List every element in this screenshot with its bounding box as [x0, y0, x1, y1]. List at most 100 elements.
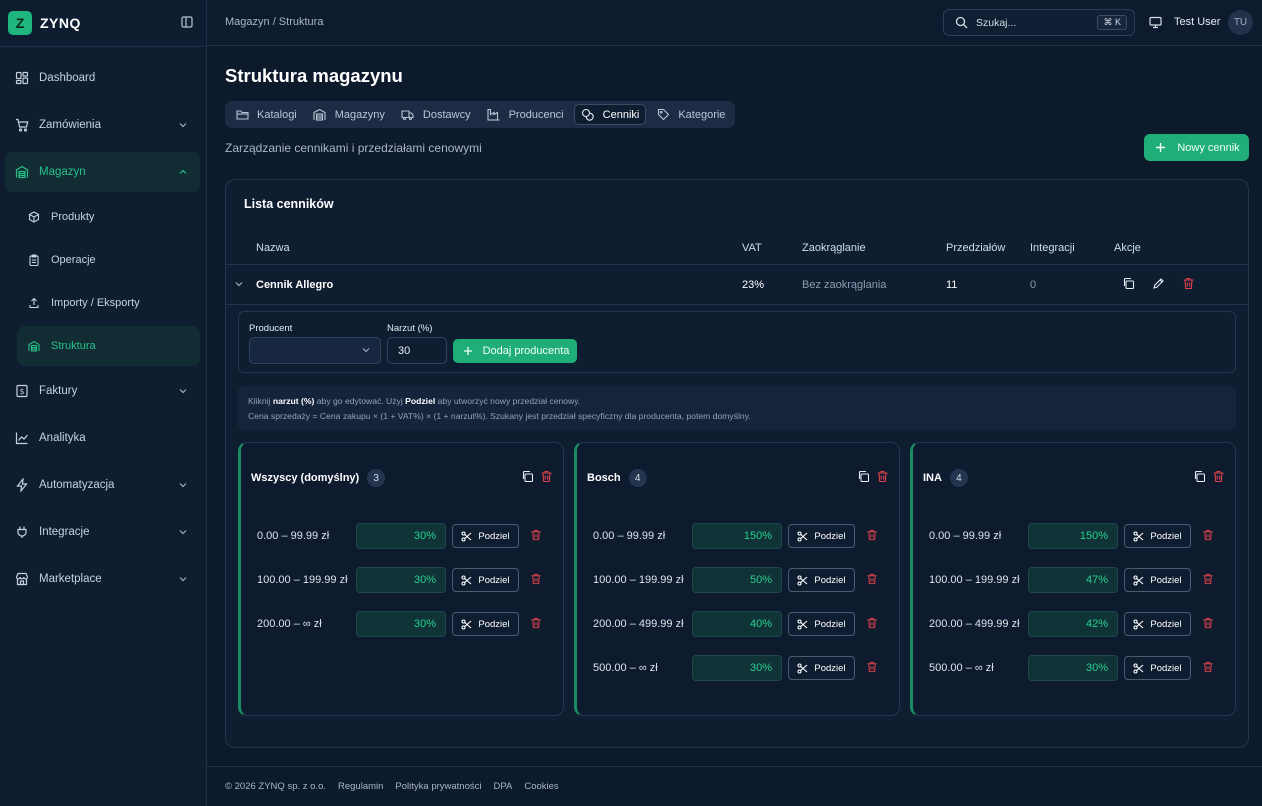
brand[interactable]: Z ZYNQ — [8, 10, 81, 35]
group-header: INA 4 — [923, 469, 968, 487]
price-range-row: 100.00 – 199.99 zł 50% Podziel — [577, 567, 897, 593]
split-button[interactable]: Podziel — [1124, 612, 1191, 636]
sidebar-subitem-produkty[interactable]: Produkty — [17, 197, 200, 237]
edit-icon[interactable] — [1152, 277, 1165, 290]
markup-field[interactable]: 40% — [692, 611, 782, 637]
button-label: Nowy cennik — [1177, 141, 1240, 154]
group-name: Bosch — [587, 472, 621, 484]
pricelist-name[interactable]: Cennik Allegro — [256, 279, 333, 291]
markup-field[interactable]: 42% — [1028, 611, 1118, 637]
markup-field[interactable]: 150% — [692, 523, 782, 549]
copy-icon[interactable] — [1193, 470, 1206, 483]
sidebar-subitem-importy[interactable]: Importy / Eksporty — [17, 283, 200, 323]
trash-icon[interactable] — [1202, 529, 1214, 541]
search-shortcut: ⌘ K — [1097, 15, 1127, 30]
chevron-down-icon[interactable] — [234, 279, 244, 289]
sidebar-item-label: Struktura — [51, 340, 96, 352]
markup-field[interactable]: 30% — [356, 611, 446, 637]
column-header-rounding[interactable]: Zaokrąglanie — [802, 242, 866, 254]
scissors-icon — [1133, 574, 1144, 586]
column-header-integrations[interactable]: Integracji — [1030, 242, 1075, 254]
split-button[interactable]: Podziel — [788, 568, 855, 592]
producer-select[interactable] — [249, 337, 381, 364]
new-pricelist-button[interactable]: Nowy cennik — [1144, 134, 1249, 161]
copyright: © 2026 ZYNQ sp. z o.o. — [225, 781, 326, 792]
markup-field[interactable]: 50% — [692, 567, 782, 593]
footer-link-terms[interactable]: Regulamin — [338, 781, 383, 792]
trash-icon[interactable] — [866, 617, 878, 629]
trash-icon[interactable] — [530, 529, 542, 541]
trash-icon[interactable] — [1212, 470, 1225, 483]
markup-field[interactable]: 150% — [1028, 523, 1118, 549]
sidebar-subitem-struktura[interactable]: Struktura — [17, 326, 200, 366]
column-header-vat[interactable]: VAT — [742, 242, 762, 254]
split-button[interactable]: Podziel — [1124, 656, 1191, 680]
split-button[interactable]: Podziel — [1124, 568, 1191, 592]
column-header-name[interactable]: Nazwa — [256, 242, 290, 254]
tab-label: Katalogi — [257, 108, 297, 121]
trash-icon[interactable] — [866, 529, 878, 541]
markup-field[interactable]: 47% — [1028, 567, 1118, 593]
producer-group-bosch: Bosch 4 0.00 – 99.99 zł 150% Podziel 100… — [574, 442, 900, 716]
scissors-icon — [797, 618, 808, 630]
markup-field[interactable]: 30% — [692, 655, 782, 681]
scissors-icon — [461, 530, 472, 542]
tab-katalogi[interactable]: Katalogi — [229, 104, 303, 125]
breadcrumb[interactable]: Magazyn / Struktura — [225, 16, 323, 28]
scissors-icon — [1133, 530, 1144, 542]
trash-icon[interactable] — [876, 470, 889, 483]
sidebar-item-dashboard[interactable]: Dashboard — [5, 58, 200, 98]
tab-label: Kategorie — [678, 108, 726, 121]
split-button[interactable]: Podziel — [1124, 524, 1191, 548]
trash-icon[interactable] — [1202, 617, 1214, 629]
avatar[interactable]: TU — [1228, 10, 1253, 35]
copy-icon[interactable] — [521, 470, 534, 483]
markup-input[interactable]: 30 — [387, 337, 447, 364]
info-line-1: Kliknij narzut (%) aby go edytować. Użyj… — [248, 396, 581, 406]
split-button[interactable]: Podziel — [788, 612, 855, 636]
sidebar-item-integracje[interactable]: Integracje — [5, 512, 200, 552]
sidebar-item-faktury[interactable]: $ Faktury — [5, 371, 200, 411]
trash-icon[interactable] — [530, 573, 542, 585]
tab-kategorie[interactable]: Kategorie — [650, 104, 731, 125]
user-name[interactable]: Test User — [1174, 16, 1220, 28]
footer-link-dpa[interactable]: DPA — [493, 781, 512, 792]
trash-icon[interactable] — [1182, 277, 1195, 290]
sidebar-item-orders[interactable]: Zamówienia — [5, 105, 200, 145]
trash-icon[interactable] — [1202, 573, 1214, 585]
chart-icon — [15, 431, 29, 445]
search-input[interactable]: Szukaj... ⌘ K — [943, 9, 1135, 36]
column-header-ranges[interactable]: Przedziałów — [946, 242, 1005, 254]
trash-icon[interactable] — [866, 661, 878, 673]
split-button[interactable]: Podziel — [452, 524, 519, 548]
sidebar-item-magazyn[interactable]: Magazyn — [5, 152, 200, 192]
pricelist-vat: 23% — [742, 279, 765, 291]
tab-dostawcy[interactable]: Dostawcy — [395, 104, 477, 125]
tab-cenniki[interactable]: Cenniki — [573, 104, 647, 125]
markup-field[interactable]: 30% — [356, 567, 446, 593]
markup-field[interactable]: 30% — [356, 523, 446, 549]
trash-icon[interactable] — [1202, 661, 1214, 673]
trash-icon[interactable] — [866, 573, 878, 585]
sidebar-item-automatyzacja[interactable]: Automatyzacja — [5, 465, 200, 505]
split-button[interactable]: Podziel — [788, 656, 855, 680]
split-button[interactable]: Podziel — [452, 612, 519, 636]
price-range-row: 100.00 – 199.99 zł 30% Podziel — [241, 567, 561, 593]
split-button[interactable]: Podziel — [788, 524, 855, 548]
sidebar-subitem-operacje[interactable]: Operacje — [17, 240, 200, 280]
markup-field[interactable]: 30% — [1028, 655, 1118, 681]
trash-icon[interactable] — [540, 470, 553, 483]
monitor-icon[interactable] — [1148, 15, 1162, 29]
sidebar-item-analityka[interactable]: Analityka — [5, 418, 200, 458]
trash-icon[interactable] — [530, 617, 542, 629]
tab-producenci[interactable]: Producenci — [481, 104, 570, 125]
sidebar-item-marketplace[interactable]: Marketplace — [5, 559, 200, 599]
footer-link-cookies[interactable]: Cookies — [524, 781, 558, 792]
split-button[interactable]: Podziel — [452, 568, 519, 592]
footer-link-privacy[interactable]: Polityka prywatności — [395, 781, 481, 792]
sidebar-toggle-icon[interactable] — [180, 15, 194, 29]
add-producer-button[interactable]: Dodaj producenta — [453, 339, 577, 363]
copy-icon[interactable] — [857, 470, 870, 483]
tab-magazyny[interactable]: Magazyny — [307, 104, 391, 125]
copy-icon[interactable] — [1122, 277, 1135, 290]
